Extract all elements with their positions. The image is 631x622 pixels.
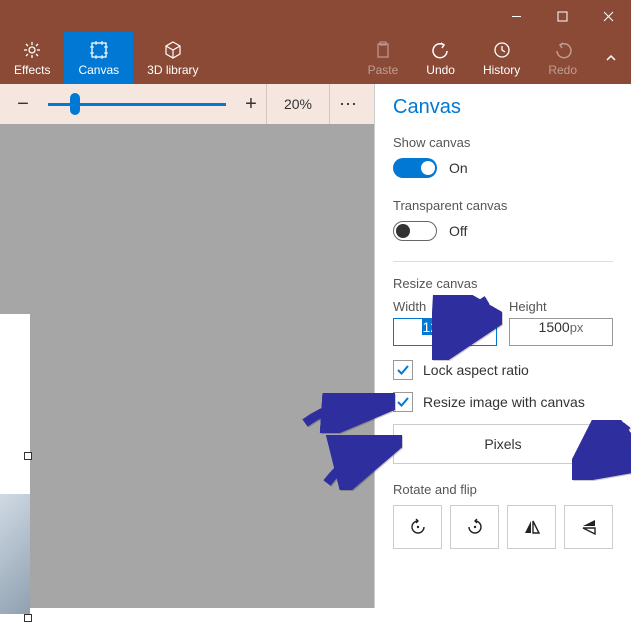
redo-icon	[554, 40, 572, 60]
zoom-in-button[interactable]: +	[236, 89, 266, 119]
height-label: Height	[509, 299, 613, 314]
chevron-down-icon	[588, 436, 600, 452]
show-canvas-toggle[interactable]	[393, 158, 437, 178]
maximize-button[interactable]	[539, 0, 585, 32]
zoom-toolbar: − + 20% ⋯	[0, 84, 374, 124]
resize-image-label: Resize image with canvas	[423, 394, 585, 410]
flip-horizontal-button[interactable]	[507, 505, 556, 549]
collapse-ribbon-button[interactable]	[591, 32, 631, 84]
history-icon	[493, 40, 511, 60]
close-button[interactable]	[585, 0, 631, 32]
resize-handle[interactable]	[24, 614, 32, 622]
resize-handle[interactable]	[24, 452, 32, 460]
width-input[interactable]: 1200px	[393, 318, 497, 346]
btn-redo[interactable]: Redo	[534, 32, 591, 84]
zoom-out-button[interactable]: −	[8, 89, 38, 119]
toggle-value: On	[449, 160, 468, 176]
zoom-slider[interactable]	[48, 103, 226, 106]
titlebar	[0, 0, 631, 32]
btn-label: Undo	[426, 63, 455, 77]
flip-vertical-button[interactable]	[564, 505, 613, 549]
ribbon: Effects Canvas 3D library Paste Undo His…	[0, 32, 631, 84]
lock-aspect-checkbox[interactable]	[393, 360, 413, 380]
toggle-value: Off	[449, 223, 467, 239]
canvas-icon	[89, 40, 109, 60]
rotate-ccw-button[interactable]	[393, 505, 442, 549]
rotate-flip-label: Rotate and flip	[393, 482, 613, 497]
show-canvas-label: Show canvas	[393, 135, 613, 150]
btn-history[interactable]: History	[469, 32, 534, 84]
more-options-button[interactable]: ⋯	[330, 94, 366, 115]
minimize-button[interactable]	[493, 0, 539, 32]
tab-canvas[interactable]: Canvas	[64, 32, 133, 84]
tab-label: Effects	[14, 63, 50, 77]
tab-label: 3D library	[147, 63, 198, 77]
effects-icon	[22, 40, 42, 60]
dropdown-value: Pixels	[484, 436, 521, 452]
btn-label: History	[483, 63, 520, 77]
btn-label: Paste	[368, 63, 399, 77]
height-input[interactable]: 1500px	[509, 318, 613, 346]
tab-effects[interactable]: Effects	[0, 32, 64, 84]
canvas-preview[interactable]	[0, 314, 30, 614]
units-dropdown[interactable]: Pixels	[393, 424, 613, 464]
cube-icon	[163, 40, 183, 60]
lock-aspect-label: Lock aspect ratio	[423, 362, 529, 378]
divider	[393, 261, 613, 262]
btn-label: Redo	[548, 63, 577, 77]
resize-canvas-label: Resize canvas	[393, 276, 613, 291]
canvas-area: − + 20% ⋯	[0, 84, 374, 608]
transparent-canvas-toggle[interactable]	[393, 221, 437, 241]
width-label: Width	[393, 299, 497, 314]
paste-icon	[374, 40, 392, 60]
btn-undo[interactable]: Undo	[412, 32, 469, 84]
transparent-canvas-label: Transparent canvas	[393, 198, 613, 213]
canvas-side-panel: Canvas Show canvas On Transparent canvas…	[374, 84, 631, 608]
undo-icon	[432, 40, 450, 60]
tab-label: Canvas	[78, 63, 119, 77]
zoom-percent[interactable]: 20%	[266, 84, 330, 124]
panel-title: Canvas	[393, 96, 613, 119]
zoom-slider-thumb[interactable]	[70, 93, 80, 115]
resize-image-checkbox[interactable]	[393, 392, 413, 412]
btn-paste[interactable]: Paste	[354, 32, 413, 84]
rotate-cw-button[interactable]	[450, 505, 499, 549]
tab-3d-library[interactable]: 3D library	[133, 32, 212, 84]
content: − + 20% ⋯ Canvas Show canvas On Transpar…	[0, 84, 631, 608]
